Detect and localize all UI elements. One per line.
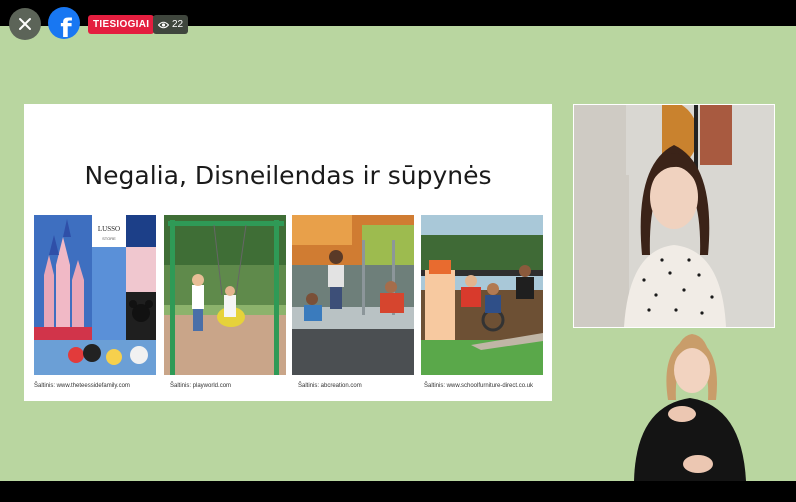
presentation-slide: Negalia, Disneilendas ir sūpynės LUSSO S… — [24, 104, 552, 401]
live-badge: TIESIOGIAI — [88, 15, 155, 34]
slide-title: Negalia, Disneilendas ir sūpynės — [84, 161, 492, 190]
viewer-count-badge: 22 — [153, 15, 189, 34]
close-button[interactable] — [9, 8, 41, 40]
photo-source-4: Šaltinis: www.schoolfurniture-direct.co.… — [424, 383, 534, 389]
photo-logo-text: LUSSO — [98, 225, 120, 233]
wheelchair-playground-photo — [421, 215, 543, 375]
sign-language-interpreter — [630, 318, 750, 481]
viewer-count: 22 — [172, 19, 184, 30]
eye-icon — [158, 21, 169, 28]
photo-source-2: Šaltinis: playworld.com — [170, 383, 232, 389]
presenter-video — [573, 104, 775, 328]
photo-source-3: Šaltinis: abcreation.com — [298, 383, 362, 389]
close-icon — [19, 18, 31, 30]
photo-source-1: Šaltinis: www.theteessidefamily.com — [34, 383, 130, 389]
facebook-logo[interactable]: f — [48, 7, 80, 39]
bottom-bar — [0, 481, 796, 502]
inclusive-playground-photo — [292, 215, 414, 375]
swing-photo — [164, 215, 286, 375]
photo-logo-sub: STORE — [102, 236, 116, 241]
disneyland-photo: LUSSO STORE — [34, 215, 156, 375]
